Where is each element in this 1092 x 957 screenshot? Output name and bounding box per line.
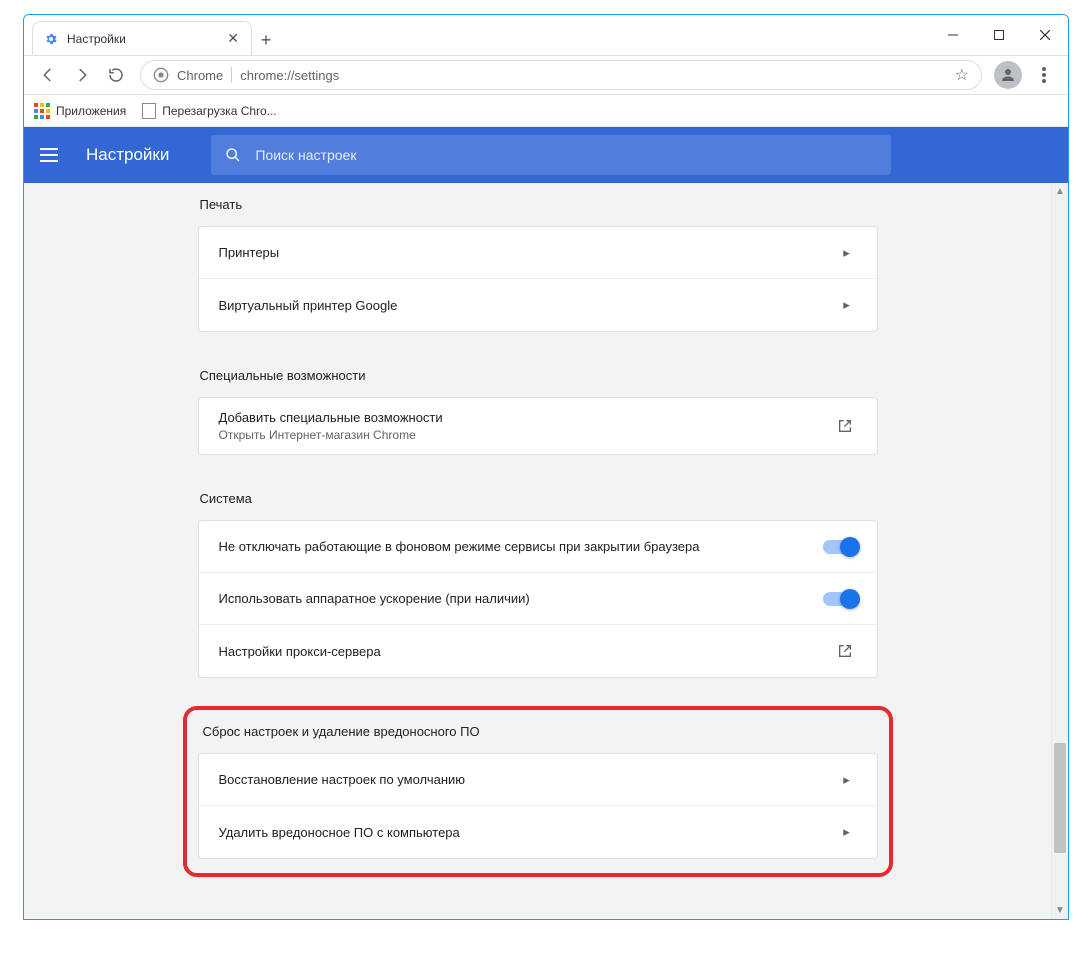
back-button[interactable]	[32, 59, 64, 91]
card-system: Не отключать работающие в фоновом режиме…	[198, 520, 878, 678]
row-printers-label: Принтеры	[219, 245, 837, 260]
row-add-accessibility[interactable]: Добавить специальные возможности Открыть…	[199, 398, 877, 454]
maximize-button[interactable]	[976, 15, 1022, 55]
highlight-annotation: Сброс настроек и удаление вредоносного П…	[183, 706, 893, 877]
toggle-hardware-accel[interactable]	[823, 592, 857, 606]
settings-search[interactable]	[211, 135, 891, 175]
window-controls	[930, 15, 1068, 55]
reload-button[interactable]	[100, 59, 132, 91]
row-add-accessibility-label: Добавить специальные возможности	[219, 410, 837, 425]
tab-title: Настройки	[67, 32, 126, 46]
profile-avatar[interactable]	[994, 61, 1022, 89]
settings-header: Настройки	[24, 127, 1068, 183]
external-link-icon	[837, 418, 857, 434]
close-tab-icon[interactable]: ✕	[227, 30, 239, 47]
bookmark-item-1-label: Перезагрузка Chro...	[162, 104, 277, 118]
section-title-print: Печать	[198, 189, 878, 226]
row-proxy[interactable]: Настройки прокси-сервера	[199, 625, 877, 677]
row-restore-defaults[interactable]: Восстановление настроек по умолчанию ▸	[199, 754, 877, 806]
omnibox-url: chrome://settings	[240, 68, 339, 83]
row-add-accessibility-sub: Открыть Интернет-магазин Chrome	[219, 428, 837, 442]
row-cloud-print-label: Виртуальный принтер Google	[219, 298, 837, 313]
toggle-background-apps[interactable]	[823, 540, 857, 554]
search-icon	[225, 147, 241, 163]
row-restore-defaults-label: Восстановление настроек по умолчанию	[219, 772, 837, 787]
external-link-icon	[837, 643, 857, 659]
settings-content: Печать Принтеры ▸ Виртуальный принтер Go…	[24, 183, 1068, 919]
section-print: Печать Принтеры ▸ Виртуальный принтер Go…	[198, 189, 878, 332]
settings-search-input[interactable]	[255, 147, 877, 163]
card-print: Принтеры ▸ Виртуальный принтер Google ▸	[198, 226, 878, 332]
chevron-right-icon: ▸	[837, 824, 857, 840]
document-icon	[142, 103, 156, 119]
vertical-scrollbar[interactable]: ▲ ▼	[1051, 183, 1068, 919]
row-printers[interactable]: Принтеры ▸	[199, 227, 877, 279]
card-accessibility: Добавить специальные возможности Открыть…	[198, 397, 878, 455]
row-hardware-accel[interactable]: Использовать аппаратное ускорение (при н…	[199, 573, 877, 625]
section-system: Система Не отключать работающие в фоново…	[198, 483, 878, 678]
gear-icon	[43, 31, 59, 47]
hamburger-menu-icon[interactable]	[40, 143, 64, 167]
bookmarks-bar: Приложения Перезагрузка Chro...	[24, 95, 1068, 127]
apps-grid-icon	[34, 103, 50, 119]
scroll-thumb[interactable]	[1054, 743, 1066, 853]
browser-window: Настройки ✕ + Chrome chrome://settings ☆	[23, 14, 1069, 920]
row-background-apps-label: Не отключать работающие в фоновом режиме…	[219, 539, 823, 554]
settings-body: Печать Принтеры ▸ Виртуальный принтер Go…	[24, 183, 1051, 919]
close-window-button[interactable]	[1022, 15, 1068, 55]
section-accessibility: Специальные возможности Добавить специал…	[198, 360, 878, 455]
bookmark-apps[interactable]: Приложения	[34, 103, 126, 119]
chrome-icon	[153, 67, 169, 83]
section-title-reset: Сброс настроек и удаление вредоносного П…	[197, 716, 879, 753]
address-bar[interactable]: Chrome chrome://settings ☆	[140, 60, 982, 90]
row-proxy-label: Настройки прокси-сервера	[219, 644, 837, 659]
scroll-up-arrow[interactable]: ▲	[1052, 183, 1068, 200]
kebab-menu-icon[interactable]	[1028, 59, 1060, 91]
section-reset: Сброс настроек и удаление вредоносного П…	[198, 706, 878, 877]
omnibox-separator	[231, 67, 232, 83]
minimize-button[interactable]	[930, 15, 976, 55]
bookmark-item-1[interactable]: Перезагрузка Chro...	[142, 103, 277, 119]
row-background-apps[interactable]: Не отключать работающие в фоновом режиме…	[199, 521, 877, 573]
browser-tab[interactable]: Настройки ✕	[32, 21, 252, 55]
row-cleanup-label: Удалить вредоносное ПО с компьютера	[219, 825, 837, 840]
omnibox-scheme: Chrome	[177, 68, 223, 83]
new-tab-button[interactable]: +	[252, 25, 280, 55]
section-title-accessibility: Специальные возможности	[198, 360, 878, 397]
title-bar: Настройки ✕ +	[24, 15, 1068, 55]
card-reset: Восстановление настроек по умолчанию ▸ У…	[198, 753, 878, 859]
bookmark-star-icon[interactable]: ☆	[955, 65, 969, 85]
chevron-right-icon: ▸	[837, 245, 857, 261]
row-hardware-accel-label: Использовать аппаратное ускорение (при н…	[219, 591, 823, 606]
bookmark-apps-label: Приложения	[56, 104, 126, 118]
settings-title: Настройки	[86, 145, 169, 165]
browser-toolbar: Chrome chrome://settings ☆	[24, 55, 1068, 95]
row-cloud-print[interactable]: Виртуальный принтер Google ▸	[199, 279, 877, 331]
scroll-down-arrow[interactable]: ▼	[1052, 902, 1068, 919]
chevron-right-icon: ▸	[837, 297, 857, 313]
forward-button[interactable]	[66, 59, 98, 91]
section-title-system: Система	[198, 483, 878, 520]
chevron-right-icon: ▸	[837, 772, 857, 788]
row-cleanup[interactable]: Удалить вредоносное ПО с компьютера ▸	[199, 806, 877, 858]
